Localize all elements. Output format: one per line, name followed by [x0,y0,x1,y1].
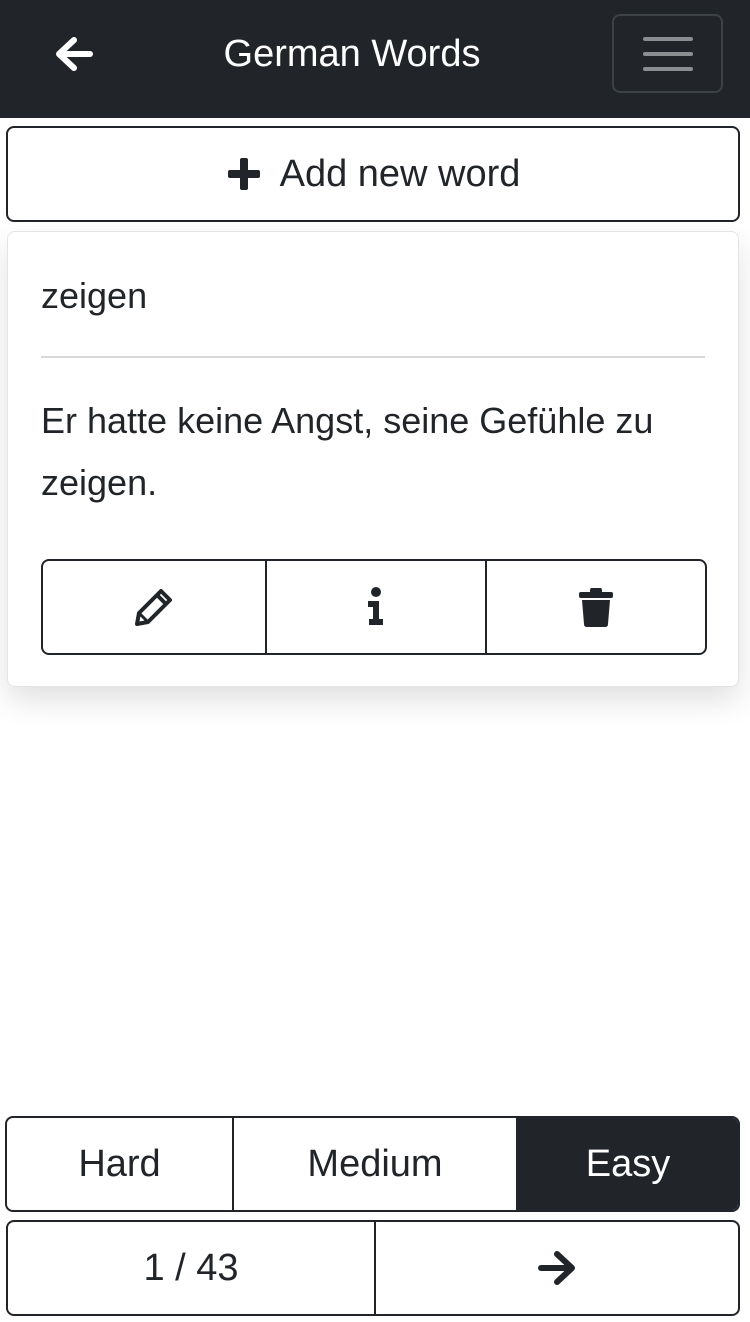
example-sentence: Er hatte keine Angst, seine Gefühle zu z… [41,400,654,503]
menu-toggle-button[interactable] [612,14,723,93]
next-button[interactable] [374,1222,738,1314]
pager: 1 / 43 [6,1220,740,1316]
add-new-word-button[interactable]: Add new word [6,126,740,222]
info-button[interactable] [265,561,485,653]
add-new-word-label: Add new word [279,152,521,195]
pencil-icon [135,589,172,626]
card-divider [41,356,705,358]
top-navbar: German Words [0,0,750,118]
card-action-group [41,559,707,655]
trash-icon [579,588,613,627]
word-card: zeigen Er hatte keine Angst, seine Gefüh… [7,231,739,687]
difficulty-easy-button[interactable]: Easy [516,1118,738,1210]
page-title: German Words [223,33,481,75]
word-text: zeigen [41,275,148,316]
info-icon [368,587,383,625]
arrow-left-icon [56,37,93,71]
page-counter: 1 / 43 [143,1246,239,1289]
delete-button[interactable] [485,561,705,653]
back-button[interactable] [48,30,100,78]
difficulty-hard-button[interactable]: Hard [7,1118,232,1210]
edit-button[interactable] [43,561,265,653]
difficulty-medium-button[interactable]: Medium [232,1118,516,1210]
plus-icon [227,158,260,190]
arrow-right-icon [538,1251,575,1285]
difficulty-selector: Hard Medium Easy [5,1116,740,1212]
hamburger-menu-icon [642,36,693,71]
